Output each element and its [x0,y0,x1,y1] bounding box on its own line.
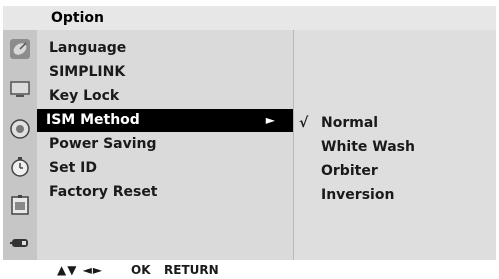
menu-item-set-id[interactable]: Set ID [37,157,293,180]
menu-item-simplink[interactable]: SIMPLINK [37,61,293,84]
submenu-arrow-icon: ► [265,113,275,127]
menu-item-factory-reset[interactable]: Factory Reset [37,181,293,204]
speaker-icon[interactable] [6,116,34,142]
menu-item-key-lock[interactable]: Key Lock [37,85,293,108]
category-icon-column [3,30,37,260]
submenu-option-orbiter[interactable]: Orbiter [294,160,497,183]
button-guide: ▲▼ ◄► OK RETURN [0,260,499,279]
navigation-arrows-icon: ▲▼ ◄► [57,263,104,277]
menu-title-bar: Option [3,6,496,30]
option-menu-list: Language SIMPLINK Key Lock ISM Method ► … [37,30,293,260]
submenu-option-inversion[interactable]: Inversion [294,184,497,207]
menu-item-language[interactable]: Language [37,37,293,60]
menu-title: Option [51,10,104,26]
clock-icon[interactable] [6,154,34,180]
return-hint: RETURN [164,263,219,277]
menu-item-ism-method[interactable]: ISM Method ► [37,109,293,132]
lock-icon[interactable] [6,192,34,218]
submenu-option-white-wash[interactable]: White Wash [294,136,497,159]
osd-menu-window: Option Language SIMPLINK Key Lock ISM Me… [0,0,499,279]
check-mark-icon: √ [299,115,309,131]
tv-screen-icon[interactable] [6,76,34,102]
menu-item-power-saving[interactable]: Power Saving [37,133,293,156]
submenu-option-normal[interactable]: √ Normal [294,112,497,135]
satellite-dish-icon[interactable] [6,36,34,62]
ism-method-submenu: √ Normal White Wash Orbiter Inversion [293,30,496,260]
remote-input-icon[interactable] [6,230,34,256]
ok-hint: OK [131,263,151,277]
